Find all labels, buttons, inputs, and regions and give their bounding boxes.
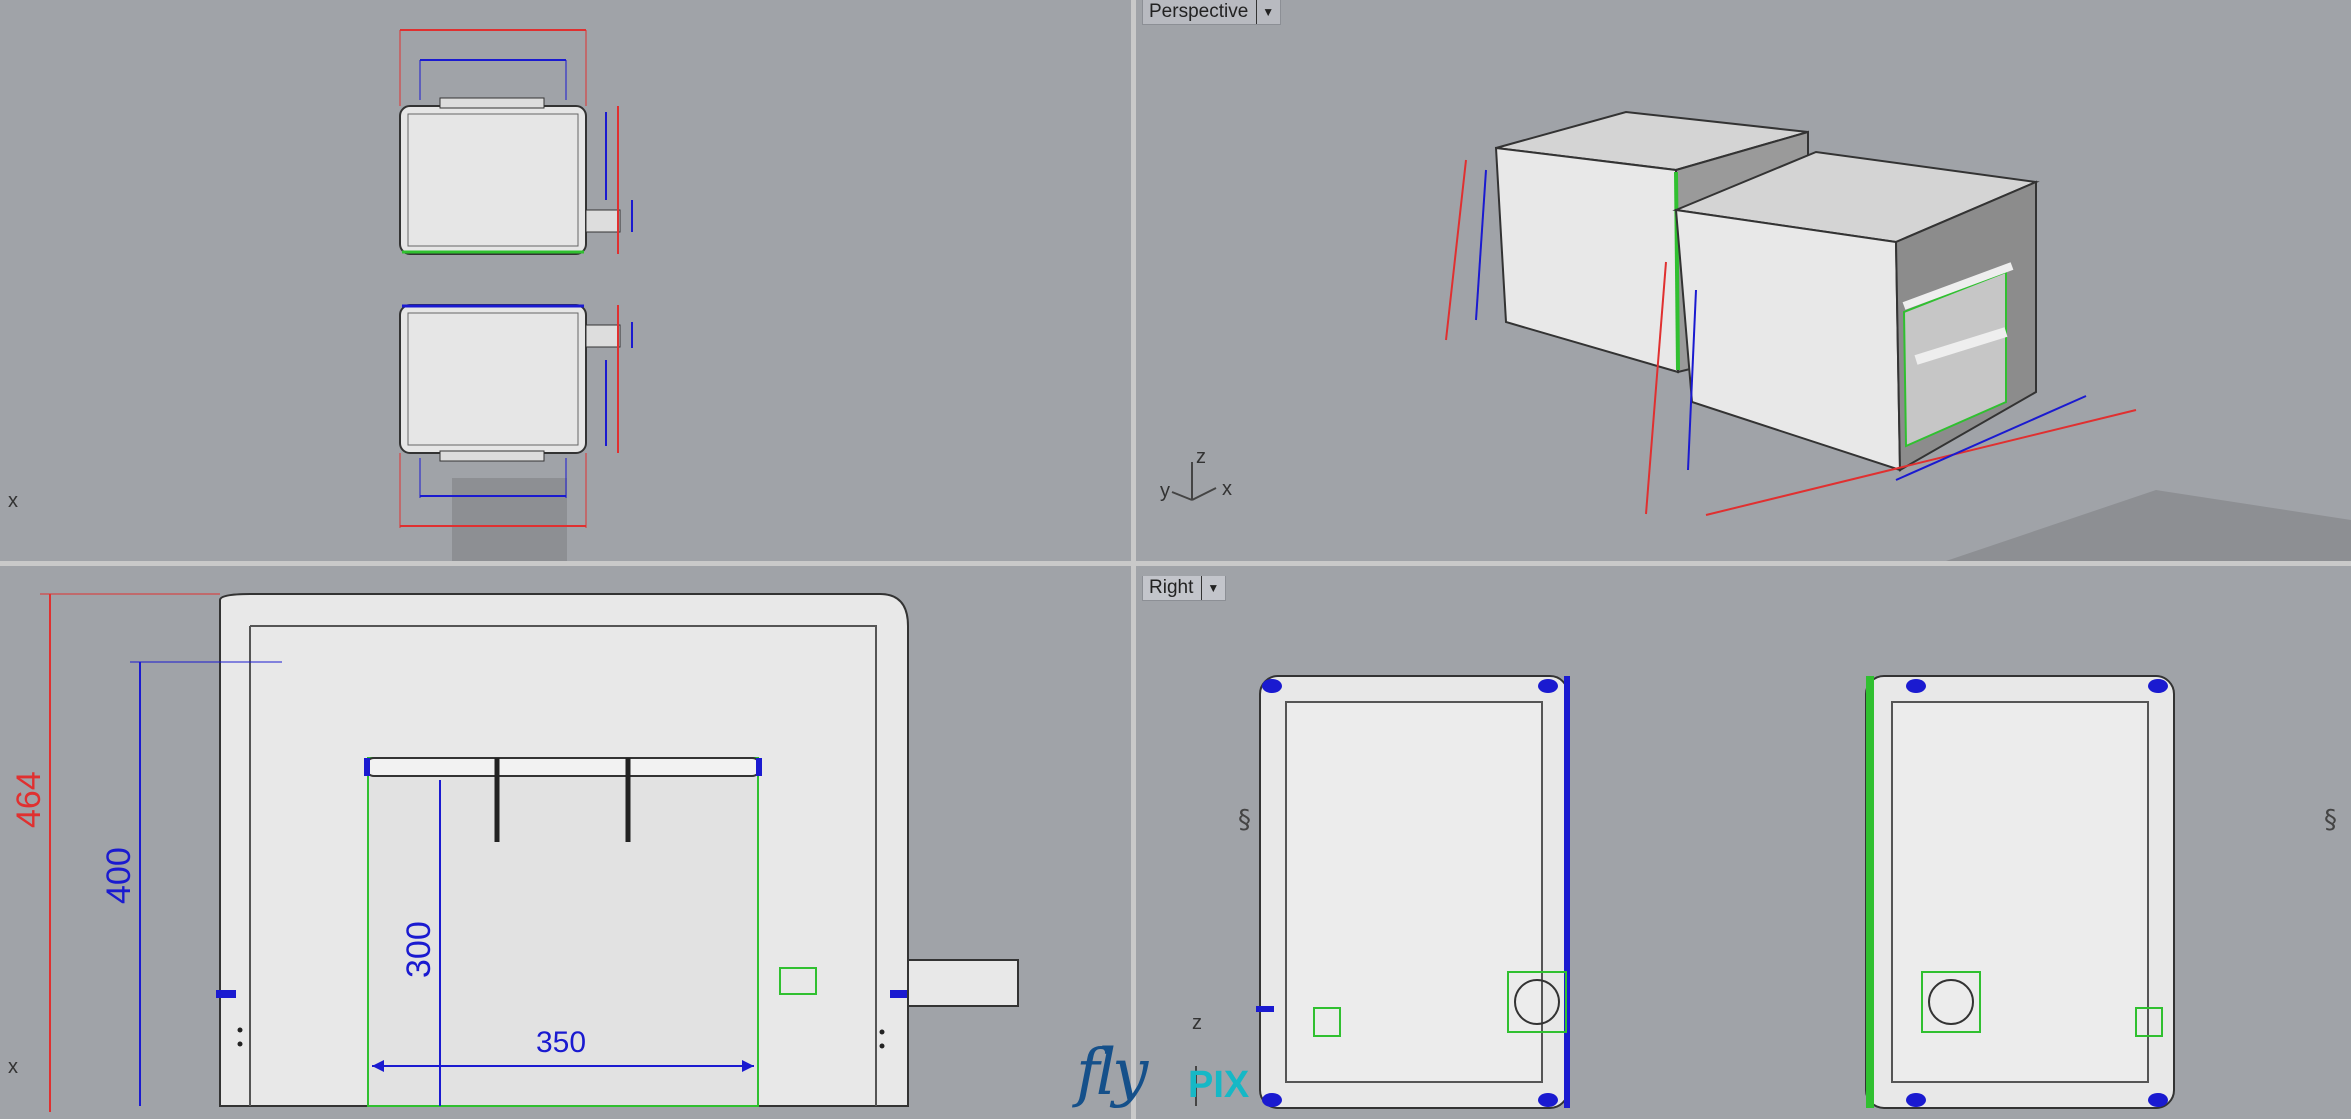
viewport-front[interactable]: 464 400 300 350 x — [0, 566, 1131, 1119]
dim-door-width: 350 — [536, 1026, 587, 1059]
logo-pix-text: PIX — [1188, 1064, 1250, 1106]
svg-text:§: § — [1238, 805, 1251, 835]
right-view-drawing: § § — [1195, 675, 2337, 1109]
top-view-drawing — [399, 29, 633, 561]
perspective-z-axis-label: z — [1196, 446, 1206, 468]
viewport-perspective[interactable]: Perspective ▼ z y x — [1136, 0, 2351, 561]
logo-fly-text: fly — [1076, 1036, 1148, 1110]
right-z-axis-label: z — [1192, 1012, 1202, 1034]
viewport-top[interactable]: x — [0, 0, 1131, 561]
flypix-logo: fly PIX — [1076, 1036, 1266, 1116]
front-x-axis-label: x — [8, 1056, 18, 1078]
viewport-right[interactable]: Right ▼ § § z — [1136, 566, 2351, 1119]
perspective-x-axis-label: x — [1222, 478, 1232, 500]
dim-total-height: 464 — [10, 771, 48, 828]
dim-door-height: 300 — [400, 921, 438, 978]
perspective-drawing — [1171, 110, 2351, 561]
top-x-axis-label: x — [8, 490, 18, 512]
dim-inner-height: 400 — [100, 847, 138, 904]
perspective-y-axis-label: y — [1160, 480, 1170, 502]
svg-text:§: § — [2324, 805, 2337, 835]
